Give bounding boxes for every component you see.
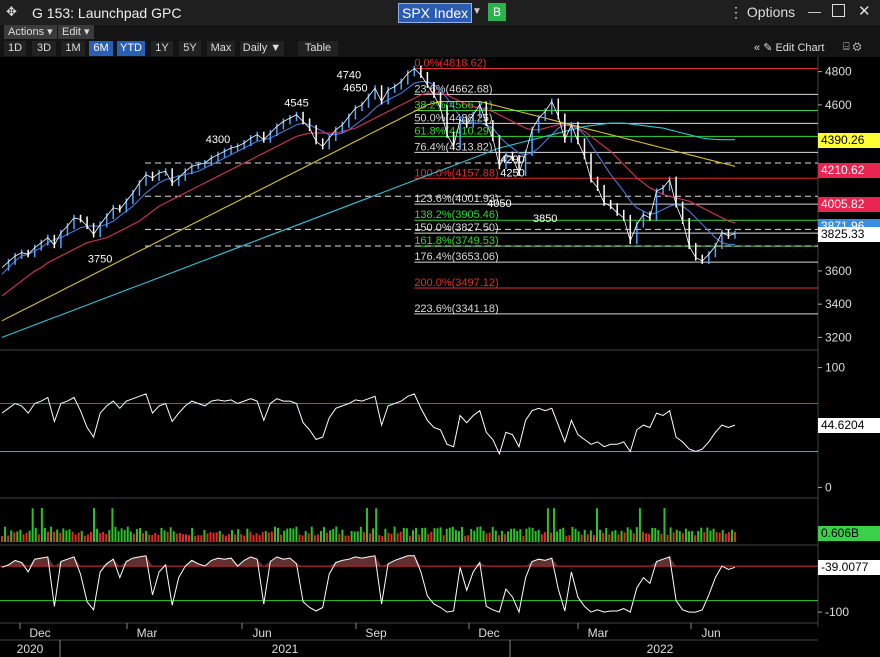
frequency-label: Daily <box>242 42 268 54</box>
range-1m-button[interactable]: 1M <box>61 41 85 56</box>
month-label: Dec <box>478 626 499 640</box>
frequency-select[interactable]: Daily ▼ <box>240 41 284 56</box>
title-bar: ✥ G 153: Launchpad GPC SPX Index ▼ B ⋮ O… <box>0 0 880 25</box>
price-tag: 4005.82 <box>818 196 880 212</box>
price-label: 3850 <box>533 213 557 225</box>
range-toolbar: 1D 3D 1M 6M YTD 1Y 5Y Max Daily ▼ Table … <box>0 40 880 57</box>
edit-chart-label: Edit Chart <box>775 42 825 54</box>
y-tick-label: 4600 <box>825 98 852 112</box>
price-label: 4250 <box>500 167 524 179</box>
y-tick-label: 100 <box>825 361 845 375</box>
double-chevron-left-icon[interactable]: « <box>754 42 760 54</box>
price-label: 4740 <box>337 69 361 81</box>
close-icon[interactable]: ✕ <box>858 2 871 20</box>
range-5y-button[interactable]: 5Y <box>179 41 201 56</box>
y-tick-label: 3200 <box>825 330 852 344</box>
oscillator-tag: -39.0077 <box>818 560 880 576</box>
range-max-button[interactable]: Max <box>207 41 235 56</box>
price-tag: 3825.33 <box>818 226 880 242</box>
month-label: Mar <box>137 626 158 640</box>
fib-label: 161.8%(3749.53) <box>414 235 498 247</box>
edit-chart-button[interactable]: « ✎ Edit Chart <box>754 41 824 54</box>
price-tag: 4210.62 <box>818 162 880 178</box>
y-tick-label: 4800 <box>825 65 852 79</box>
actions-menu[interactable]: Actions ▾ <box>4 25 57 39</box>
edit-chart-icon: ✎ <box>763 42 773 54</box>
month-label: Jun <box>701 626 720 640</box>
y-tick-label: 3600 <box>825 264 852 278</box>
minimize-icon[interactable]: — <box>808 4 821 19</box>
fib-label: 176.4%(3653.06) <box>414 251 498 263</box>
move-icon[interactable]: ✥ <box>6 4 17 20</box>
fib-label: 150.0%(3827.50) <box>414 222 498 234</box>
fib-label: 223.6%(3341.18) <box>414 303 498 315</box>
volume-tag: 0.606B <box>818 526 880 541</box>
range-6m-button[interactable]: 6M <box>89 41 113 56</box>
edit-menu[interactable]: Edit ▾ <box>58 25 94 39</box>
maximize-icon[interactable] <box>832 4 845 17</box>
fib-label: 50.0%(4488.25) <box>414 112 492 124</box>
range-1y-button[interactable]: 1Y <box>151 41 173 56</box>
month-label: Dec <box>29 626 50 640</box>
y-tick-label: 0 <box>825 480 832 494</box>
year-label: 2022 <box>647 642 674 656</box>
edit-label: Edit <box>62 26 81 38</box>
price-label: 4300 <box>206 134 230 146</box>
y-tick-label: -100 <box>825 605 849 619</box>
price-tag: 4390.26 <box>818 132 880 148</box>
options-label: Options <box>746 4 796 20</box>
fib-label: 138.2%(3905.46) <box>414 209 498 221</box>
month-label: Jun <box>252 626 271 640</box>
chart-area[interactable]: 3200340036003800400042004400460048000.0%… <box>0 57 880 657</box>
options-menu[interactable]: ⋮ Options <box>729 4 795 21</box>
range-3d-button[interactable]: 3D <box>32 41 56 56</box>
range-1d-button[interactable]: 1D <box>4 41 26 56</box>
window-title: G 153: Launchpad GPC <box>32 5 182 21</box>
security-input[interactable]: SPX Index <box>398 3 473 23</box>
month-label: Sep <box>365 626 387 640</box>
rsi-tag: 44.6204 <box>818 418 880 434</box>
table-button[interactable]: Table <box>298 41 338 56</box>
y-tick-label: 3400 <box>825 297 852 311</box>
fib-label: 200.0%(3497.12) <box>414 277 498 289</box>
year-label: 2020 <box>17 642 44 656</box>
price-label: 4290 <box>500 154 524 166</box>
month-label: Mar <box>588 626 609 640</box>
range-ytd-button[interactable]: YTD <box>117 41 145 56</box>
price-label: 4050 <box>487 198 511 210</box>
actions-label: Actions <box>8 26 45 38</box>
menu-bar: Actions ▾ Edit ▾ <box>0 25 880 40</box>
year-label: 2021 <box>272 642 299 656</box>
b-button[interactable]: B <box>488 3 506 21</box>
chevron-down-icon[interactable]: ▼ <box>472 6 482 17</box>
price-label: 4545 <box>284 98 308 110</box>
chart-settings-icons[interactable]: ⌸ ⚙ <box>843 41 862 54</box>
fib-label: 123.6%(4001.93) <box>414 193 498 205</box>
fib-label: 100.0%(4157.88) <box>414 167 498 179</box>
price-label: 4650 <box>343 83 367 95</box>
fib-label: 0.0%(4818.62) <box>414 58 486 70</box>
price-label: 3750 <box>88 254 112 266</box>
